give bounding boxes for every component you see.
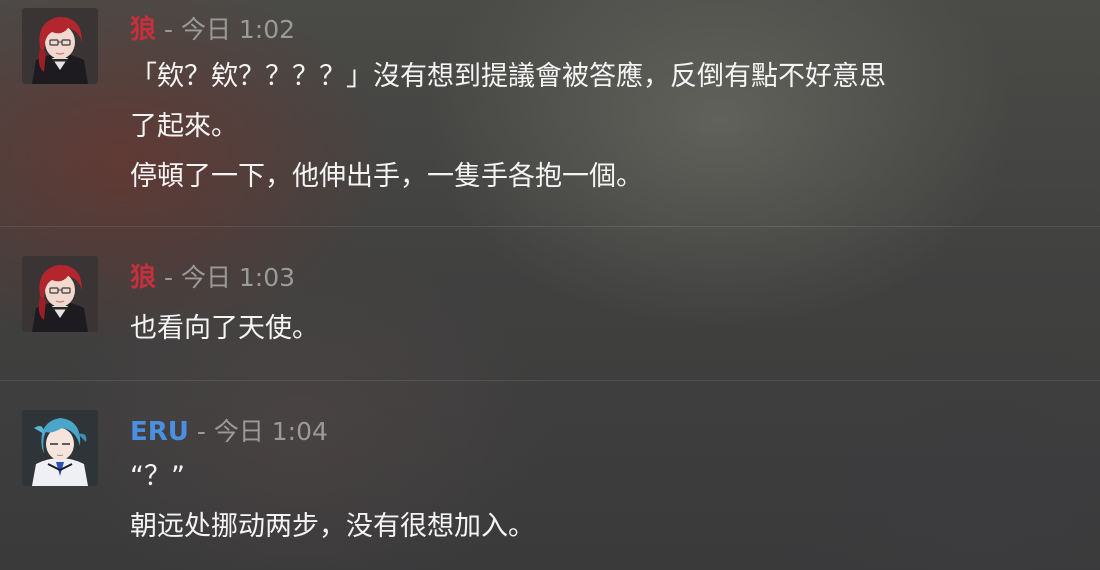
red-haired-character-avatar-icon[interactable]	[22, 256, 98, 332]
message-line: 停頓了一下，他伸出手，一隻手各抱一個。	[130, 161, 643, 192]
blue-haired-character-avatar-icon[interactable]	[22, 410, 98, 486]
chat-message: 狼 - 今日 1:03 也看向了天使。	[0, 226, 1100, 380]
message-timestamp: 今日 1:03	[180, 263, 296, 292]
header-separator: -	[188, 417, 214, 446]
message-line: 「欸？欸？？？？」沒有想到提議會被答應，反倒有點不好意思	[130, 61, 886, 92]
message-header: ERU - 今日 1:04	[130, 415, 328, 449]
author-name[interactable]: 狼	[130, 263, 156, 293]
chat-message: 狼 - 今日 1:02 「欸？欸？？？？」沒有想到提議會被答應，反倒有點不好意思…	[0, 0, 1100, 226]
message-content: 也看向了天使。	[130, 304, 1080, 354]
chat-message: ERU - 今日 1:04 “？” 朝远处挪动两步，没有很想加入。	[0, 380, 1100, 570]
red-haired-character-avatar-icon[interactable]	[22, 8, 98, 84]
message-line: 也看向了天使。	[130, 313, 319, 344]
header-separator: -	[156, 15, 181, 44]
message-header: 狼 - 今日 1:03	[130, 261, 295, 295]
message-timestamp: 今日 1:04	[213, 417, 328, 446]
message-line: “？”	[130, 461, 185, 492]
message-line: 朝远处挪动两步，没有很想加入。	[130, 511, 535, 542]
message-timestamp: 今日 1:02	[180, 15, 296, 44]
author-name[interactable]: 狼	[130, 15, 156, 45]
message-header: 狼 - 今日 1:02	[130, 13, 295, 47]
author-name[interactable]: ERU	[130, 417, 189, 447]
message-content: “？” 朝远处挪动两步，没有很想加入。	[130, 452, 1080, 552]
header-separator: -	[156, 263, 181, 292]
message-line: 了起來。	[130, 111, 238, 142]
chat-log: 狼 - 今日 1:02 「欸？欸？？？？」沒有想到提議會被答應，反倒有點不好意思…	[0, 0, 1100, 570]
message-content: 「欸？欸？？？？」沒有想到提議會被答應，反倒有點不好意思 了起來。 停頓了一下，…	[130, 52, 1080, 202]
